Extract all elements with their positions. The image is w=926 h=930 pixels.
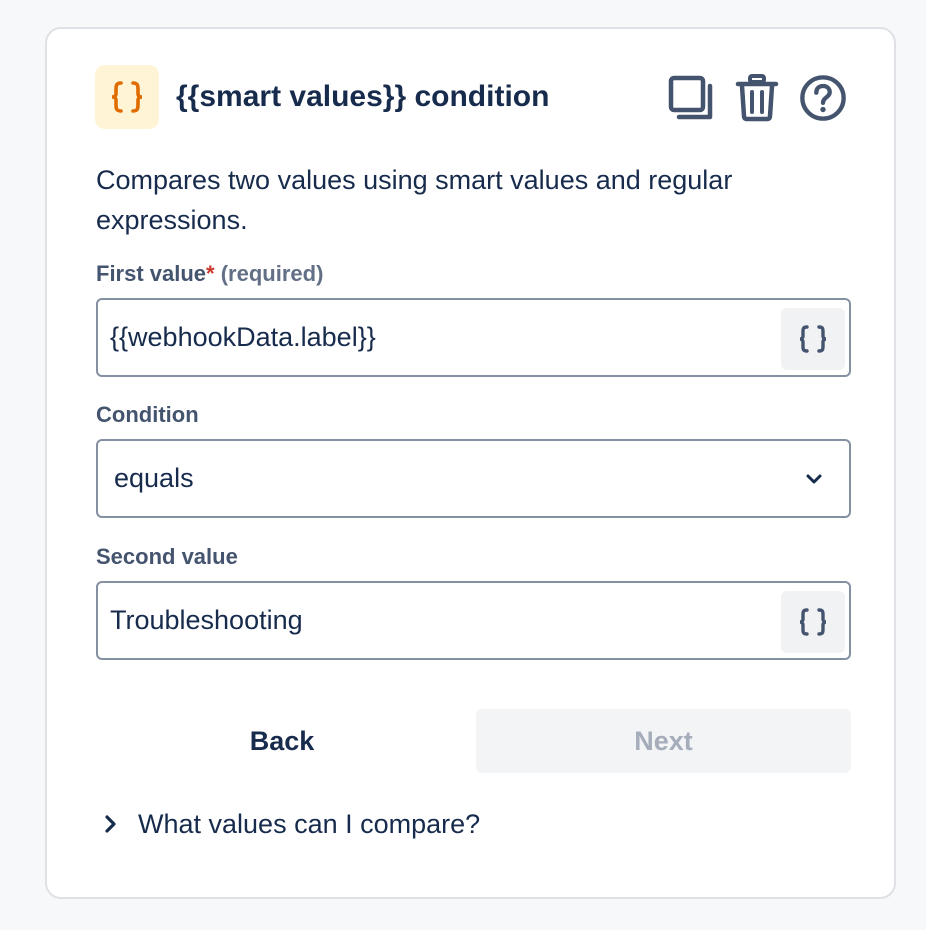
first-value-label: First value* (required) <box>96 261 323 287</box>
first-value-field[interactable]: {{webhookData.label}} <box>96 298 851 377</box>
required-marker: * <box>206 261 215 286</box>
duplicate-icon[interactable] <box>667 73 715 123</box>
help-icon[interactable] <box>799 73 847 123</box>
panel-description: Compares two values using smart values a… <box>96 165 733 235</box>
second-value-label: Second value <box>96 544 238 569</box>
trash-icon[interactable] <box>733 73 781 123</box>
curly-braces-icon <box>799 608 827 636</box>
smart-values-condition-panel: {{smart values}} condition Compares two … <box>45 27 896 899</box>
chevron-right-icon <box>105 815 116 833</box>
second-value-field[interactable]: Troubleshooting <box>96 581 851 660</box>
condition-selected-value: equals <box>114 463 194 493</box>
first-value-input[interactable]: {{webhookData.label}} <box>110 300 376 375</box>
help-disclosure-text: What values can I compare? <box>138 808 481 839</box>
chevron-down-icon <box>806 474 822 484</box>
required-text: (required) <box>220 261 324 286</box>
header-actions <box>667 73 847 123</box>
help-disclosure[interactable]: What values can I compare? <box>102 804 480 844</box>
first-value-label-text: First value <box>96 261 207 286</box>
next-button: Next <box>476 709 851 773</box>
first-value-smart-values-button[interactable] <box>781 308 845 370</box>
back-button[interactable]: Back <box>96 709 468 773</box>
panel-title: {{smart values}} condition <box>176 80 550 113</box>
second-value-input[interactable]: Troubleshooting <box>110 583 303 658</box>
condition-select[interactable]: equals <box>96 439 851 518</box>
second-value-smart-values-button[interactable] <box>781 591 845 653</box>
curly-braces-icon <box>799 325 827 353</box>
condition-label: Condition <box>96 402 199 427</box>
curly-braces-icon <box>95 65 159 129</box>
